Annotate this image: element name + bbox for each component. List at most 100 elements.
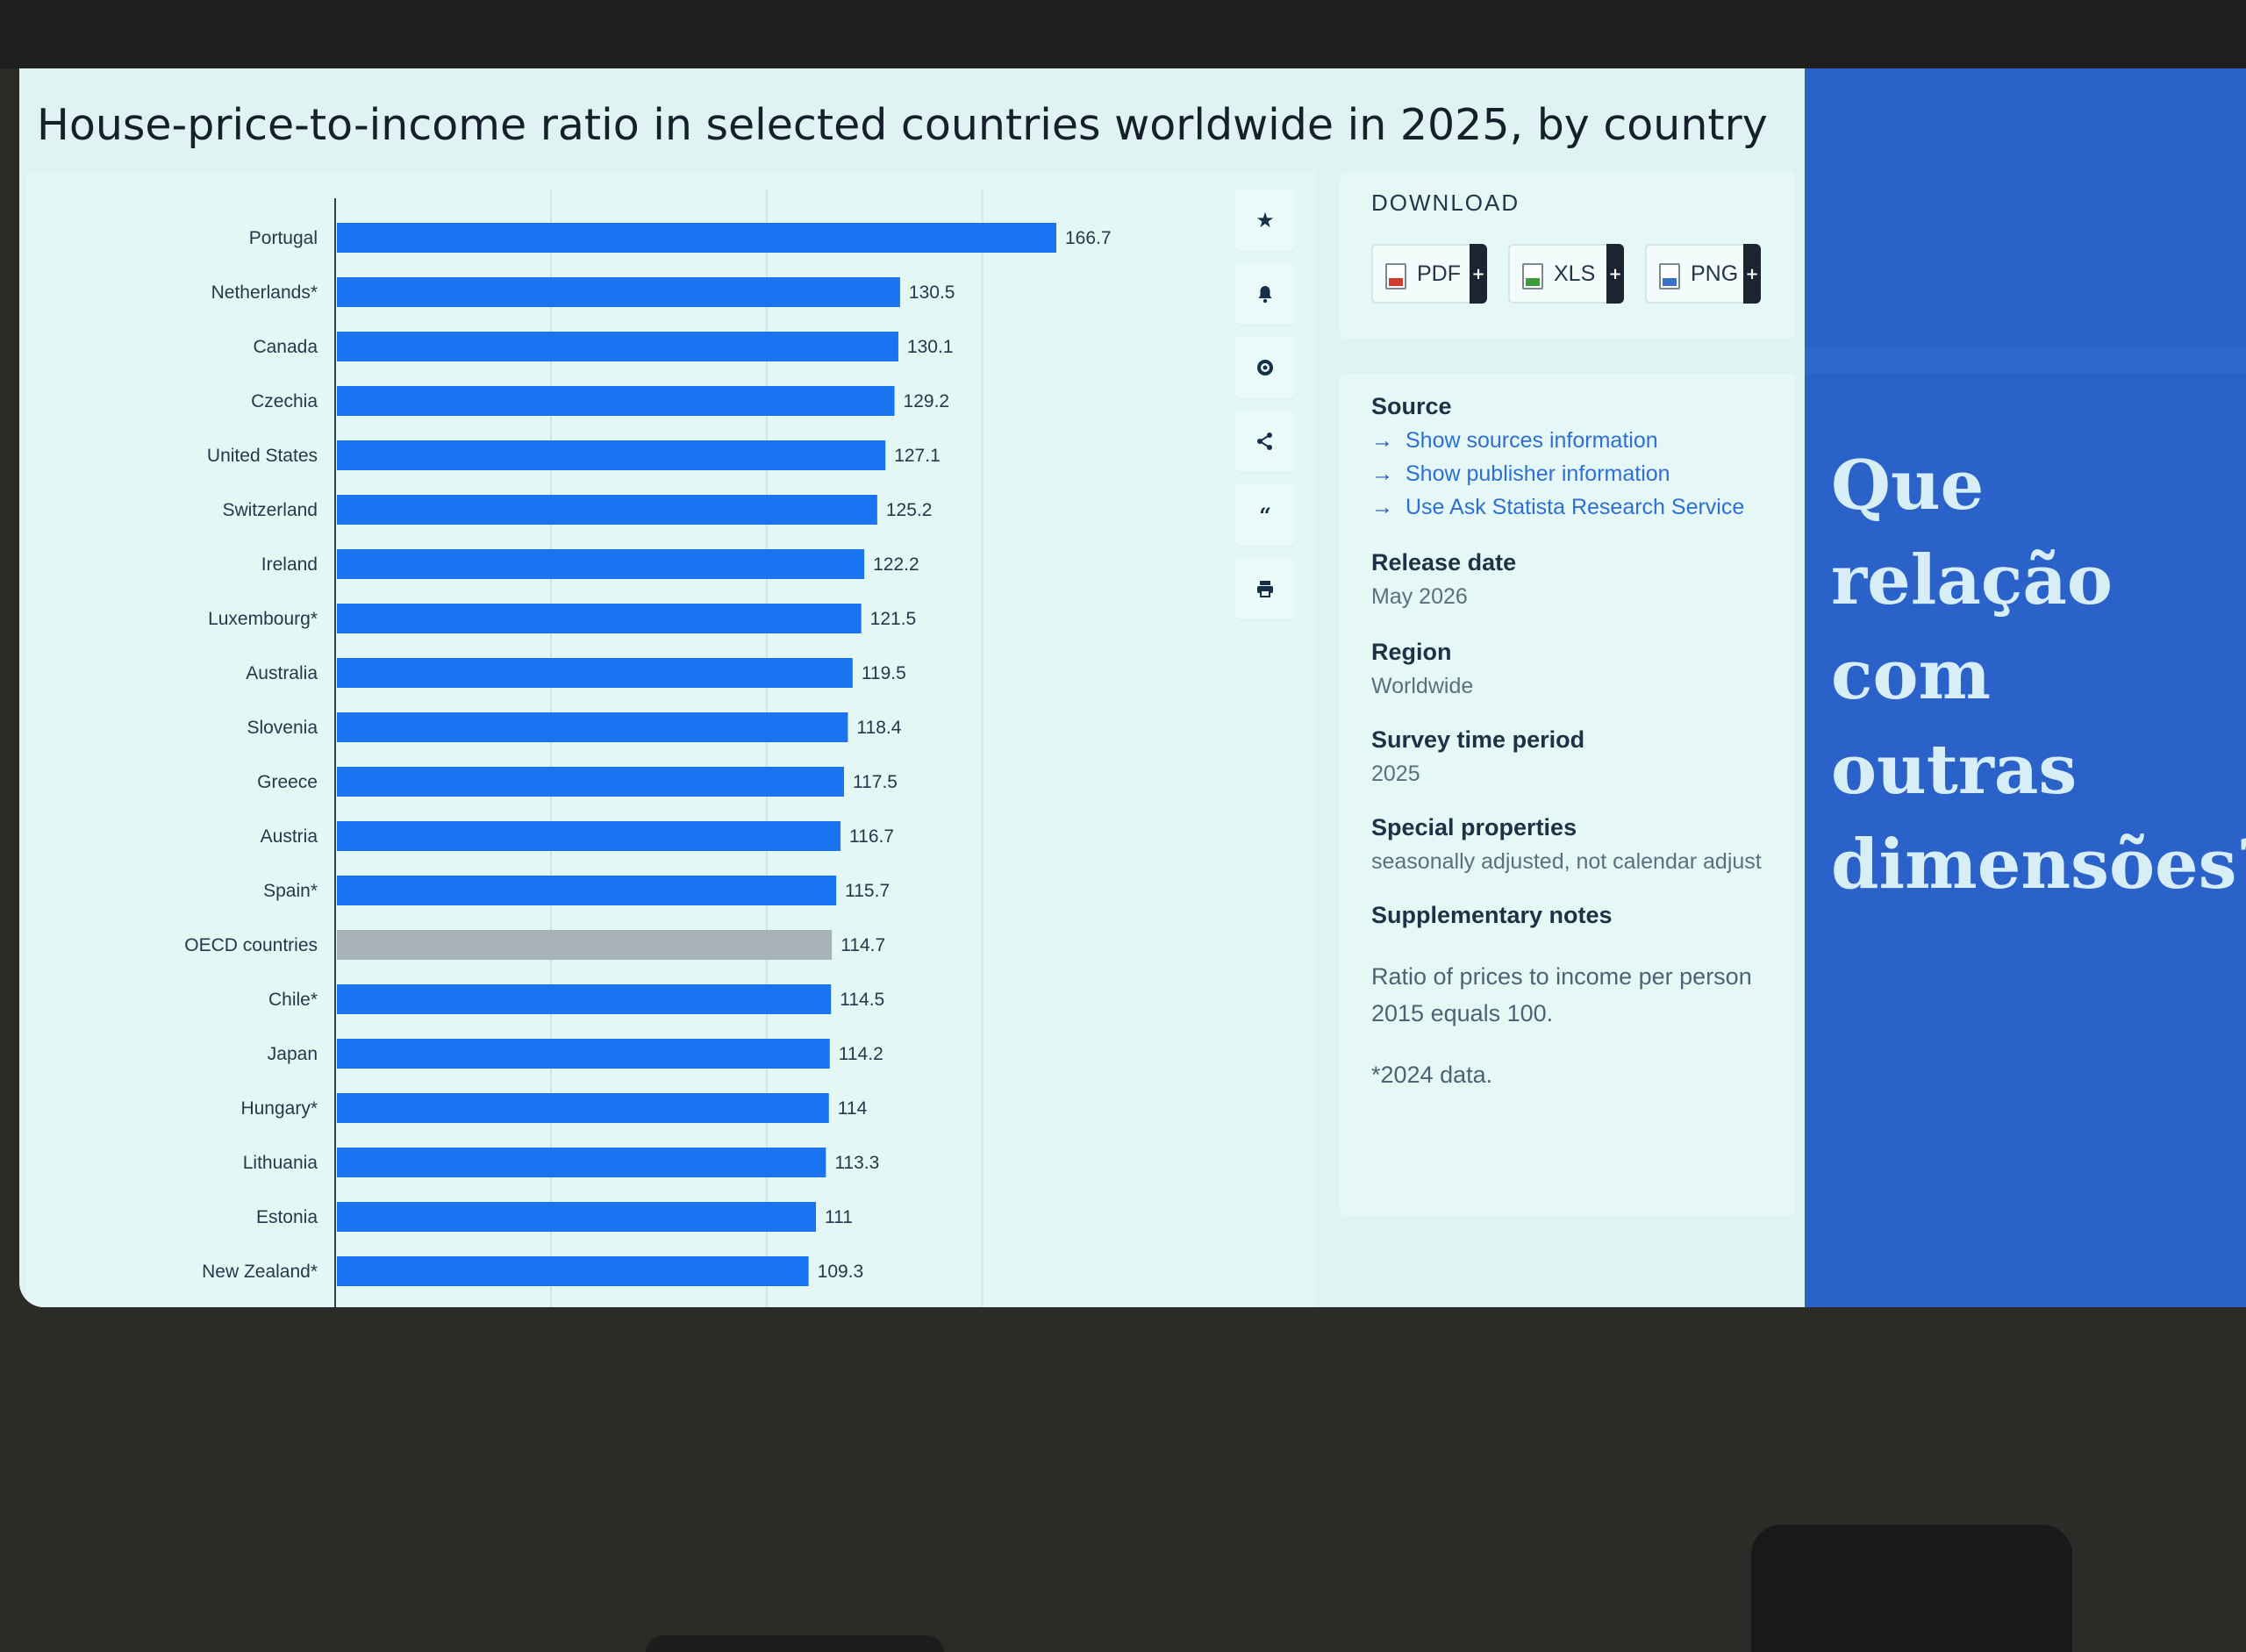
cite-button[interactable]: “ xyxy=(1234,484,1296,546)
region-heading: Region xyxy=(1371,639,1452,665)
survey-period-value: 2025 xyxy=(1371,762,1420,786)
bar[interactable] xyxy=(337,223,1056,253)
value-label: 114.2 xyxy=(839,1044,883,1064)
bar[interactable] xyxy=(337,930,833,960)
download-title: DOWNLOAD xyxy=(1371,190,1520,216)
bar[interactable] xyxy=(337,821,841,851)
bar[interactable] xyxy=(337,658,853,688)
bar[interactable] xyxy=(337,984,832,1014)
category-label: Czechia xyxy=(251,391,318,411)
category-label: Japan xyxy=(268,1044,318,1064)
release-date-value: May 2026 xyxy=(1371,584,1468,609)
category-label: Canada xyxy=(253,337,318,357)
panel-stripe xyxy=(1805,347,2246,374)
bar[interactable] xyxy=(337,876,837,905)
share-button[interactable] xyxy=(1234,411,1296,472)
value-label: 166.7 xyxy=(1065,228,1112,248)
bar[interactable] xyxy=(337,712,848,742)
special-properties-heading: Special properties xyxy=(1371,814,1577,840)
bar[interactable] xyxy=(337,1202,817,1232)
arrow-right-icon: → xyxy=(1371,428,1393,453)
download-png-label: PNG xyxy=(1691,261,1739,286)
info-card: Source → Show sources information → Show p… xyxy=(1340,374,1796,1216)
value-label: 121.5 xyxy=(870,609,917,629)
category-label: Netherlands* xyxy=(211,282,318,303)
value-label: 129.2 xyxy=(904,391,950,411)
bar[interactable] xyxy=(337,332,898,361)
category-label: Australia xyxy=(246,663,318,683)
category-label: Ireland xyxy=(261,554,318,575)
category-label: Lithuania xyxy=(243,1153,318,1173)
bar[interactable] xyxy=(337,604,862,633)
show-publisher-link[interactable]: → Show publisher information xyxy=(1371,461,1670,487)
category-label: Luxembourg* xyxy=(208,609,318,629)
arrow-right-icon: → xyxy=(1371,461,1393,486)
value-label: 119.5 xyxy=(862,663,906,683)
chart-panel: Portugal 166.7 Netherlands* 130.5 Canada 130.… xyxy=(26,172,1316,1307)
download-pdf-button[interactable]: PDF + xyxy=(1371,244,1487,304)
slide-question: Que relação com outras dimensões? xyxy=(1831,446,2246,905)
value-label: 117.5 xyxy=(853,772,898,792)
download-pdf-label: PDF xyxy=(1417,261,1461,286)
value-label: 130.1 xyxy=(907,337,954,357)
bar[interactable] xyxy=(337,549,865,579)
notification-button[interactable] xyxy=(1234,263,1296,325)
value-label: 125.2 xyxy=(886,500,933,520)
chart-toolbar: ★ “ xyxy=(1234,190,1296,698)
special-properties-value: seasonally adjusted, not calendar adjust xyxy=(1371,849,1762,874)
category-label: Austria xyxy=(261,826,318,847)
value-label: 122.2 xyxy=(873,554,919,575)
bar[interactable] xyxy=(337,277,900,307)
favorite-button[interactable]: ★ xyxy=(1234,190,1296,251)
value-label: 118.4 xyxy=(856,718,901,738)
survey-period-heading: Survey time period xyxy=(1371,726,1585,753)
page-title: House-price-to-income ratio in selected … xyxy=(37,100,1768,150)
show-sources-link[interactable]: → Show sources information xyxy=(1371,428,1658,454)
supplementary-notes-heading: Supplementary notes xyxy=(1371,902,1613,928)
bar[interactable] xyxy=(337,1039,830,1069)
category-label: New Zealand* xyxy=(202,1262,318,1282)
download-xls-button[interactable]: XLS + xyxy=(1508,244,1624,304)
plus-icon: + xyxy=(1470,244,1487,304)
value-label: 116.7 xyxy=(849,826,894,847)
category-label: Estonia xyxy=(256,1207,318,1227)
region-value: Worldwide xyxy=(1371,674,1474,698)
bar[interactable] xyxy=(337,1148,826,1177)
category-label: Spain* xyxy=(263,881,318,901)
value-label: 111 xyxy=(825,1207,853,1227)
download-card: DOWNLOAD PDF + XLS + PNG + xyxy=(1340,172,1796,339)
statistic-side-panel: DOWNLOAD PDF + XLS + PNG + Source → Show … xyxy=(1340,172,1796,1307)
value-label: 114.5 xyxy=(840,990,884,1010)
note-line: Ratio of prices to income per person xyxy=(1371,963,1752,990)
plus-icon: + xyxy=(1606,244,1624,304)
note-line: *2024 data. xyxy=(1371,1062,1493,1088)
category-label: OECD countries xyxy=(184,935,318,955)
quote-icon: “ xyxy=(1259,502,1271,528)
bar[interactable] xyxy=(337,1256,809,1286)
category-label: Chile* xyxy=(268,990,318,1010)
plus-icon: + xyxy=(1743,244,1761,304)
pdf-file-icon xyxy=(1385,263,1406,290)
value-label: 127.1 xyxy=(894,446,941,466)
print-icon xyxy=(1257,581,1273,597)
arrow-right-icon: → xyxy=(1371,495,1393,519)
release-date-heading: Release date xyxy=(1371,549,1517,576)
bar[interactable] xyxy=(337,440,886,470)
settings-button[interactable] xyxy=(1234,337,1296,398)
bar[interactable] xyxy=(337,386,895,416)
value-label: 114 xyxy=(838,1098,868,1119)
value-label: 115.7 xyxy=(845,881,890,901)
value-label: 130.5 xyxy=(909,282,955,303)
print-button[interactable] xyxy=(1234,558,1296,619)
floor-object xyxy=(646,1635,944,1652)
download-png-button[interactable]: PNG + xyxy=(1645,244,1761,304)
bar[interactable] xyxy=(337,767,844,797)
bar-chart: Portugal 166.7 Netherlands* 130.5 Canada 130.… xyxy=(184,190,1112,1307)
chair-silhouette xyxy=(1751,1525,2072,1652)
bar[interactable] xyxy=(337,1093,829,1123)
bar[interactable] xyxy=(337,495,877,525)
value-label: 113.3 xyxy=(834,1153,879,1173)
question-panel: Que relação com outras dimensões? xyxy=(1805,68,2246,1307)
gear-icon xyxy=(1257,360,1273,375)
ask-statista-link[interactable]: → Use Ask Statista Research Service xyxy=(1371,495,1744,520)
